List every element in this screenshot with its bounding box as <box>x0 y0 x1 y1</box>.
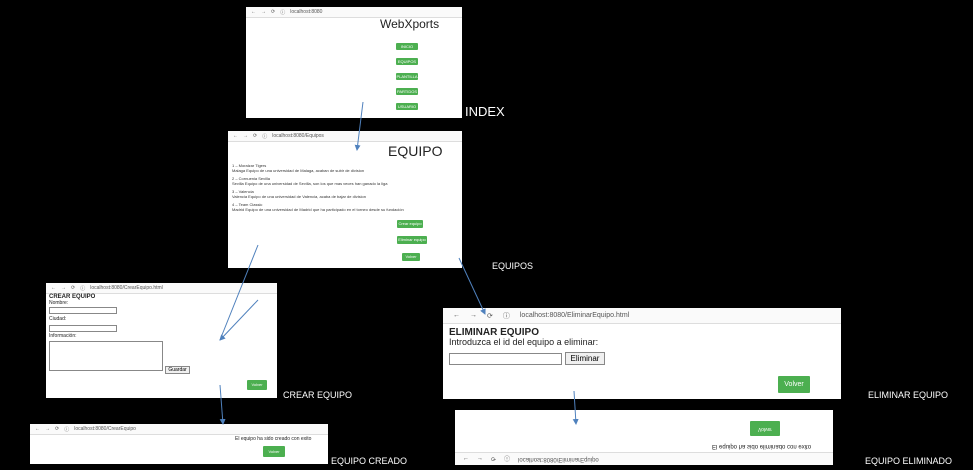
arrow-crear-to-creado <box>219 384 226 425</box>
arrow-eliminar-to-eliminado <box>572 390 579 425</box>
arrow-equipos-to-eliminar <box>458 257 486 315</box>
arrow-index-to-equipos <box>354 101 364 151</box>
arrow-crear-middle <box>219 299 259 341</box>
arrow-equipos-to-crear <box>219 244 259 341</box>
flow-arrows <box>219 101 579 425</box>
